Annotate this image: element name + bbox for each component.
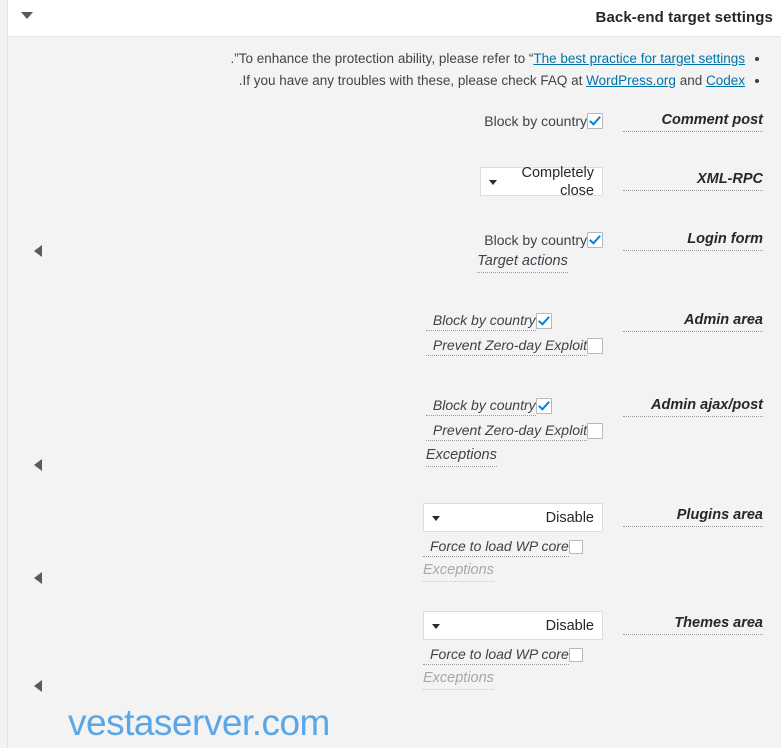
row-title-comment-post[interactable]: Comment post <box>623 110 763 132</box>
triangle-down-icon <box>432 516 440 521</box>
select-plugins-area-mode[interactable]: Disable <box>423 503 603 532</box>
row-title-admin-area[interactable]: Admin area <box>623 310 763 332</box>
control-stack: Block by country Prevent Zero-day Exploi… <box>425 308 603 358</box>
setting-row-login-form: Login form Block by country Target actio… <box>8 223 781 273</box>
checkbox-line-prevent-zero-day-exploit: Prevent Zero-day Exploit <box>425 333 603 358</box>
row-title-admin-ajax-post[interactable]: Admin ajax/post <box>623 395 763 417</box>
checkbox-label: Force to load WP core <box>423 537 569 557</box>
checkbox-block-by-country[interactable] <box>535 397 552 414</box>
row-title-xml-rpc[interactable]: XML-RPC <box>623 169 763 191</box>
checkbox-label: Prevent Zero-day Exploit <box>425 336 587 356</box>
control-stack: Block by country Target actions <box>477 227 603 273</box>
row-body: Block by country Prevent Zero-day Exploi… <box>8 389 603 467</box>
control-stack: Completely close <box>480 165 603 199</box>
note-text-before: To enhance the protection ability, pleas… <box>238 51 534 66</box>
checkbox-label: Force to load WP core <box>423 645 569 665</box>
row-body: Completely close <box>8 163 603 199</box>
site-watermark: vestaserver.com <box>68 702 330 743</box>
row-body: Disable Force to load WP core Exceptions <box>8 607 603 690</box>
link-exceptions[interactable]: Exceptions <box>423 561 494 582</box>
checkbox-label: Block by country <box>425 311 536 331</box>
checkbox-label: Block by country <box>484 112 587 129</box>
triangle-right-icon-login-form[interactable] <box>34 245 42 257</box>
select-value: Completely close <box>521 164 594 199</box>
row-body: Block by country Prevent Zero-day Exploi… <box>8 304 603 358</box>
row-title-wrap: Comment post <box>603 104 763 132</box>
triangle-right-icon-admin-ajax-post[interactable] <box>34 459 42 471</box>
page-title: Back-end target settings <box>595 9 773 26</box>
row-title-login-form[interactable]: Login form <box>623 229 763 251</box>
backend-target-settings-panel: Back-end target settings To enhance the … <box>7 0 781 748</box>
checkbox-label: Prevent Zero-day Exploit <box>425 421 587 441</box>
checkbox-force-to-load-wp-core[interactable] <box>568 539 583 554</box>
control-stack: Disable Force to load WP core Exceptions <box>423 611 603 690</box>
select-value: Disable <box>545 617 594 634</box>
checkbox-line-block-by-country: Block by country <box>425 393 552 418</box>
checkbox-line-force-to-load-wp-core: Force to load WP core <box>423 642 583 667</box>
control-stack: Block by country <box>477 108 603 133</box>
checkbox-block-by-country[interactable] <box>535 312 552 329</box>
checkbox-label: Block by country <box>425 396 536 416</box>
checkbox-line-force-to-load-wp-core: Force to load WP core <box>423 534 583 559</box>
row-title-wrap: Admin ajax/post <box>603 389 763 417</box>
row-body: Block by country Target actions <box>8 223 603 273</box>
checkbox-force-to-load-wp-core[interactable] <box>568 647 583 662</box>
checkbox-prevent-zero-day-exploit[interactable] <box>587 422 603 439</box>
note-item: To enhance the protection ability, pleas… <box>8 48 759 70</box>
link-target-actions[interactable]: Target actions <box>477 252 568 273</box>
row-title-plugins-area[interactable]: Plugins area <box>623 505 763 527</box>
setting-row-admin-area: Admin area Block by country Prevent Zero… <box>8 304 781 358</box>
checkbox-prevent-zero-day-exploit[interactable] <box>587 337 603 354</box>
triangle-down-icon <box>489 180 497 185</box>
control-stack: Disable Force to load WP core Exceptions <box>423 503 603 582</box>
control-stack: Block by country Prevent Zero-day Exploi… <box>425 393 603 467</box>
row-title-wrap: XML-RPC <box>603 163 763 191</box>
row-body: Disable Force to load WP core Exceptions <box>8 499 603 582</box>
note-text-after: ”. <box>230 51 239 66</box>
checkbox-line-block-by-country: Block by country <box>477 227 603 252</box>
codex-link[interactable]: Codex <box>706 73 745 88</box>
setting-row-plugins-area: Plugins area Disable Force to load WP co… <box>8 499 781 584</box>
checkbox-line-block-by-country: Block by country <box>425 308 552 333</box>
checkbox-line-block-by-country: Block by country <box>477 108 603 133</box>
panel-header: Back-end target settings <box>8 0 781 37</box>
triangle-down-icon[interactable] <box>21 12 33 19</box>
triangle-right-icon-plugins-area[interactable] <box>34 572 42 584</box>
triangle-down-icon <box>432 624 440 629</box>
setting-row-admin-ajax-post: Admin ajax/post Block by country Prevent… <box>8 389 781 471</box>
note-item: If you have any troubles with these, ple… <box>8 70 759 92</box>
link-exceptions[interactable]: Exceptions <box>425 446 497 467</box>
notes-list: To enhance the protection ability, pleas… <box>8 37 781 92</box>
setting-row-xml-rpc: XML-RPC Completely close <box>8 163 781 199</box>
triangle-right-icon-themes-area[interactable] <box>34 680 42 692</box>
note-text-before: If you have any troubles with these, ple… <box>242 73 587 88</box>
setting-row-comment-post: Comment post Block by country <box>8 104 781 134</box>
row-body: Block by country <box>8 104 603 133</box>
checkbox-block-by-country[interactable] <box>587 231 603 248</box>
checkbox-line-prevent-zero-day-exploit: Prevent Zero-day Exploit <box>425 418 603 443</box>
setting-row-themes-area: Themes area Disable Force to load WP cor… <box>8 607 781 692</box>
wordpress-org-link[interactable]: WordPress.org <box>586 73 676 88</box>
row-title-wrap: Admin area <box>603 304 763 332</box>
best-practice-link[interactable]: The best practice for target settings <box>533 51 745 66</box>
select-value: Disable <box>545 509 594 526</box>
row-title-wrap: Login form <box>603 223 763 251</box>
checkbox-label: Block by country <box>484 231 587 248</box>
note-text-mid: and <box>675 73 706 88</box>
settings-rows: Comment post Block by country XML-RPC Co… <box>8 104 781 692</box>
row-title-themes-area[interactable]: Themes area <box>623 613 763 635</box>
select-themes-area-mode[interactable]: Disable <box>423 611 603 640</box>
link-exceptions[interactable]: Exceptions <box>423 669 494 690</box>
select-xml-rpc-mode[interactable]: Completely close <box>480 165 603 199</box>
checkbox-block-by-country[interactable] <box>587 112 603 129</box>
row-title-wrap: Plugins area <box>603 499 763 527</box>
row-title-wrap: Themes area <box>603 607 763 635</box>
